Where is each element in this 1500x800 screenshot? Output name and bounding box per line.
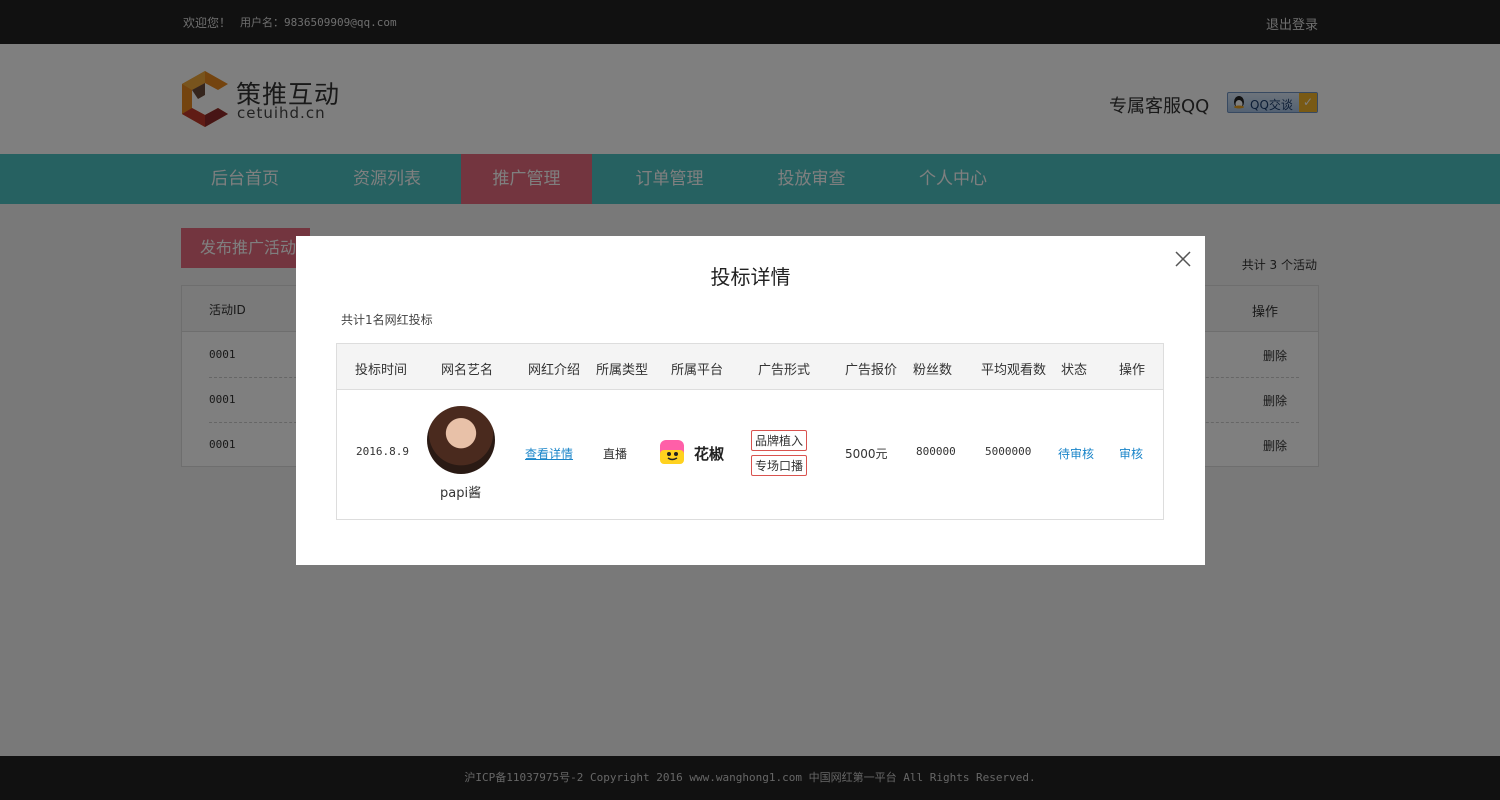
column-header-price: 广告报价 [845,363,898,378]
status-pending[interactable]: 待审核 [1058,445,1094,462]
fans-count: 800000 [916,445,956,458]
column-header-status: 状态 [1061,363,1088,378]
huajiao-logo-icon [660,440,684,464]
bid-table-header: 投标时间 网名艺名 网红介绍 所属类型 所属平台 广告形式 广告报价 粉丝数 平… [337,344,1163,390]
bid-count: 共计1名网红投标 [341,313,433,327]
column-header-action: 操作 [1119,363,1146,378]
column-header-ad-form: 广告形式 [758,363,811,378]
influencer-name: papi酱 [440,486,482,501]
avatar [427,406,495,474]
column-header-platform: 所属平台 [671,363,724,378]
column-header-fans: 粉丝数 [913,363,953,378]
ad-form-tag: 专场口播 [751,455,808,476]
column-header-type: 所属类型 [596,363,649,378]
influencer-type: 直播 [603,447,628,461]
modal-title: 投标详情 [710,265,791,289]
platform-name: 花椒 [694,445,725,463]
review-link[interactable]: 审核 [1119,445,1143,462]
column-header-time: 投标时间 [355,363,408,378]
view-details-link[interactable]: 查看详情 [525,445,573,462]
bid-table: 投标时间 网名艺名 网红介绍 所属类型 所属平台 广告形式 广告报价 粉丝数 平… [336,343,1164,520]
column-header-name: 网名艺名 [441,363,494,378]
column-header-intro: 网红介绍 [528,363,581,378]
bid-time: 2016.8.9 [356,445,409,458]
ad-form-tag: 品牌植入 [751,430,808,451]
bid-detail-modal: 投标详情 共计1名网红投标 投标时间 网名艺名 网红介绍 所属类型 所属平台 广… [296,236,1205,565]
ad-price: 5000元 [845,447,888,461]
avg-views-count: 5000000 [985,445,1032,458]
column-header-avg-views: 平均观看数 [981,363,1047,378]
